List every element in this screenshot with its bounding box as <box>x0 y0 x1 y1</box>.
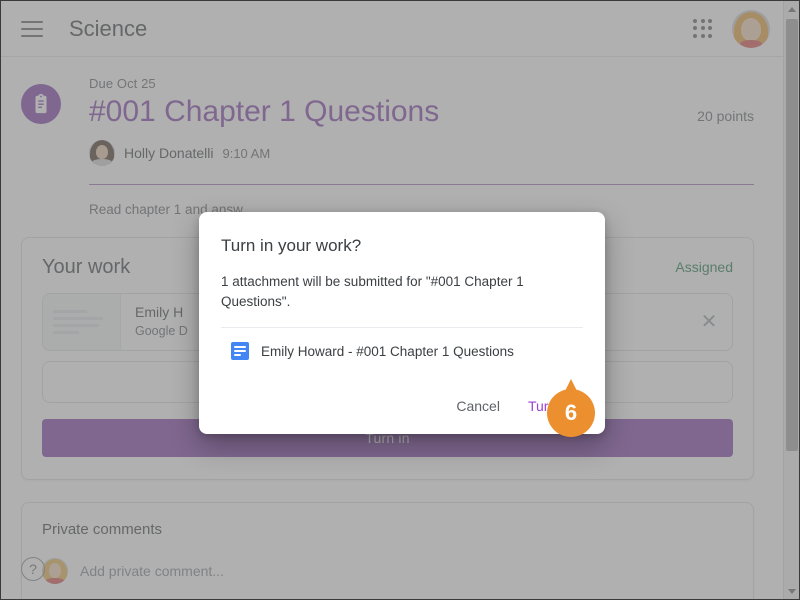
help-question-icon[interactable]: ? <box>21 557 45 581</box>
scroll-down-arrow-icon[interactable] <box>784 583 799 599</box>
assignment-title: #001 Chapter 1 Questions <box>89 95 440 128</box>
teacher-avatar <box>89 140 115 167</box>
private-comment-input-row[interactable]: Add private comment... <box>42 557 733 584</box>
apps-grid-icon[interactable] <box>690 16 716 42</box>
title-row: #001 Chapter 1 Questions 20 points <box>89 91 754 131</box>
header-divider <box>89 184 754 186</box>
app-header-bar: Science <box>1 1 784 57</box>
status-badge: Assigned <box>675 259 733 276</box>
private-comments-heading: Private comments <box>42 520 163 538</box>
your-work-heading: Your work <box>42 255 131 278</box>
assignment-clipboard-icon <box>21 84 61 124</box>
scrollbar-thumb[interactable] <box>786 19 798 451</box>
author-row: Holly Donatelli 9:10 AM <box>89 140 754 167</box>
points-label: 20 points <box>697 108 754 124</box>
page-title: Science <box>69 15 148 41</box>
app-header-actions <box>690 9 770 48</box>
dialog-title: Turn in your work? <box>221 236 362 255</box>
step-badge-6: 6 <box>547 379 595 437</box>
turn-in-dialog: Turn in your work? 1 attachment will be … <box>199 212 605 435</box>
browser-window: Science Due Oct 25 #001 Chapter 1 Questi… <box>0 0 800 600</box>
step-badge-circle: 6 <box>547 389 595 437</box>
step-badge-number: 6 <box>564 400 578 425</box>
scroll-up-arrow-icon[interactable] <box>784 1 799 17</box>
private-comment-placeholder[interactable]: Add private comment... <box>80 563 224 579</box>
user-avatar[interactable] <box>732 9 770 48</box>
dialog-attachment-name: Emily Howard - #001 Chapter 1 Questions <box>261 343 514 359</box>
hamburger-menu-icon[interactable] <box>21 16 47 42</box>
author-name: Holly Donatelli <box>124 145 214 162</box>
assignment-header-text: Due Oct 25 #001 Chapter 1 Questions 20 p… <box>89 76 754 221</box>
dialog-message: 1 attachment will be submitted for "#001… <box>221 274 524 309</box>
dialog-attachment-item: Emily Howard - #001 Chapter 1 Questions <box>221 342 583 361</box>
dialog-divider <box>221 327 583 329</box>
document-thumbnail-icon <box>43 293 121 350</box>
assignment-header: Due Oct 25 #001 Chapter 1 Questions 20 p… <box>21 76 754 221</box>
due-date-label: Due Oct 25 <box>89 76 156 91</box>
close-icon[interactable]: ✕ <box>686 294 732 350</box>
private-comments-card: Private comments Add private comment... <box>21 501 754 599</box>
comment-user-avatar <box>42 557 68 584</box>
google-docs-icon <box>231 342 249 361</box>
cancel-button[interactable]: Cancel <box>446 390 510 422</box>
vertical-scrollbar[interactable] <box>783 1 799 599</box>
post-time: 9:10 AM <box>222 145 271 161</box>
dialog-actions: Cancel Turn in <box>221 390 583 422</box>
